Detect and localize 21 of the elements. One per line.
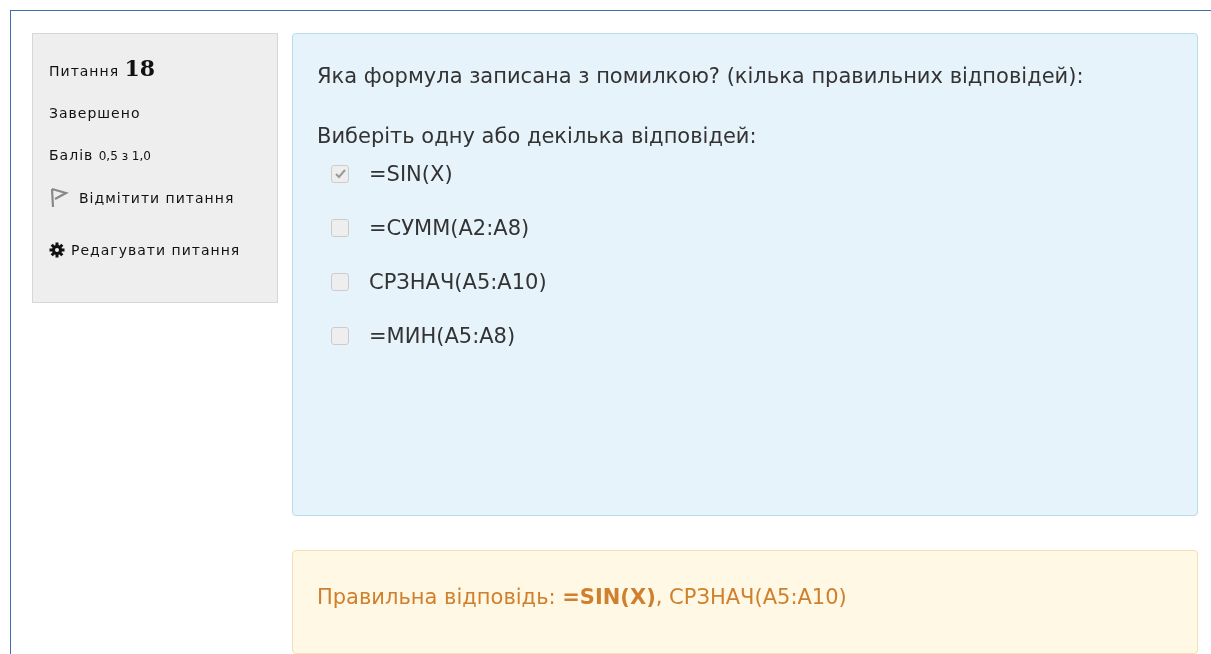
flag-icon bbox=[49, 187, 69, 209]
check-icon bbox=[334, 169, 346, 179]
question-text: Яка формула записана з помилкою? (кілька правильних відповідей): bbox=[317, 63, 1085, 90]
settings-icon bbox=[49, 242, 65, 258]
answer-checkbox[interactable] bbox=[331, 165, 349, 183]
answer-option: СРЗНАЧ(А5:А10) bbox=[369, 270, 547, 294]
answer-option: =СУММ(А2:А8) bbox=[369, 216, 530, 240]
answer-checkbox[interactable] bbox=[331, 219, 349, 237]
answer-checkbox[interactable] bbox=[331, 273, 349, 291]
question-number: 18 bbox=[124, 55, 156, 81]
question-label: Питання bbox=[49, 63, 121, 79]
answer-option: =SIN(X) bbox=[369, 162, 453, 186]
status-text: Завершено bbox=[49, 104, 142, 123]
edit-question-link[interactable]: Редагувати питання bbox=[49, 224, 267, 276]
answer-checkbox[interactable] bbox=[331, 327, 349, 345]
grade-text: 0,5 з 1,0 bbox=[98, 149, 151, 163]
correct-answer-text: Правильна відповідь: =SIN(X), СРЗНАЧ(А5:А10) bbox=[317, 585, 847, 609]
answer-prompt: Виберіть одну або декілька відповідей: bbox=[317, 123, 758, 150]
answer-option: =МИН(А5:А8) bbox=[369, 324, 516, 348]
grade-label: Балів bbox=[49, 147, 95, 163]
flag-question-link[interactable]: Відмітити питання bbox=[49, 172, 267, 224]
